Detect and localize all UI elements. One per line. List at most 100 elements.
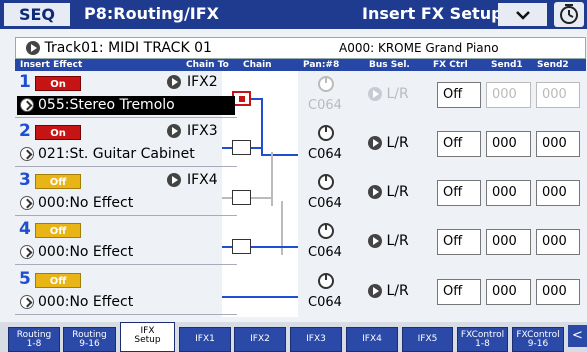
tab-ifx4[interactable]: IFX4 xyxy=(346,327,398,352)
send2-field[interactable]: 000 xyxy=(536,131,580,157)
track-select[interactable]: Track01: MIDI TRACK 01 A000: KROME Grand… xyxy=(15,37,586,59)
chain-to-value: IFX2 xyxy=(187,74,218,90)
page-menu-button[interactable] xyxy=(498,3,547,26)
ifx-slot-cell: 1 On IFX2 055:Stereo Tremolo xyxy=(15,71,237,118)
ifx-row-4: 4 Off 000:No Effect C064 L/R Off 000 000 xyxy=(15,218,586,265)
effect-select[interactable]: 000:No Effect xyxy=(17,243,235,262)
effect-name: 000:No Effect xyxy=(38,244,134,260)
fx-ctrl-field[interactable]: Off xyxy=(437,82,481,108)
ifx-on-off-button[interactable]: Off xyxy=(35,223,81,238)
ifx-slot-cell: 3 Off IFX4 000:No Effect xyxy=(15,169,237,216)
title-bar: SEQ P8:Routing/IFX Insert FX Setup xyxy=(0,0,587,29)
effect-select[interactable]: 000:No Effect xyxy=(17,194,235,213)
effect-select[interactable]: 000:No Effect xyxy=(17,293,235,312)
ifx-row-1: 1 On IFX2 055:Stereo Tremolo C064 L/R Of… xyxy=(15,71,586,118)
chain-to-select[interactable]: IFX3 xyxy=(167,123,218,139)
slot-number: 5 xyxy=(19,269,31,289)
page-tabs: Routing 1-8 Routing 9-16 IFX Setup IFX1 IFX2 IFX… xyxy=(0,322,587,352)
tab-label-line1: IFX4 xyxy=(362,334,382,344)
send1-field[interactable]: 000 xyxy=(486,82,531,108)
fx-ctrl-field[interactable]: Off xyxy=(437,279,481,305)
pan-knob[interactable] xyxy=(318,223,334,239)
send2-field[interactable]: 000 xyxy=(536,82,580,108)
pan-value: C064 xyxy=(308,245,342,260)
tab-routing-9-16[interactable]: Routing 9-16 xyxy=(63,327,116,352)
track-popup-icon[interactable] xyxy=(26,41,40,55)
mode-indicator: SEQ xyxy=(4,3,70,26)
send2-field[interactable]: 000 xyxy=(536,279,580,305)
tab-ifx2[interactable]: IFX2 xyxy=(234,327,286,352)
clock-button[interactable] xyxy=(554,2,584,27)
ifx-on-off-button[interactable]: Off xyxy=(35,273,81,288)
ifx-on-off-button[interactable]: Off xyxy=(35,174,81,189)
tab-ifx3[interactable]: IFX3 xyxy=(290,327,342,352)
tab-label-line1: IFX5 xyxy=(417,334,438,344)
slot-number: 3 xyxy=(19,170,31,190)
bus-value: L/R xyxy=(386,184,409,200)
send2-field[interactable]: 000 xyxy=(536,180,580,206)
chevron-right-icon xyxy=(20,147,34,161)
chain-to-select[interactable]: IFX2 xyxy=(167,74,218,90)
fx-ctrl-field[interactable]: Off xyxy=(437,131,481,157)
send1-field[interactable]: 000 xyxy=(486,229,531,255)
tab-ifx1[interactable]: IFX1 xyxy=(179,327,231,352)
send1-field[interactable]: 000 xyxy=(486,180,531,206)
send1-field[interactable]: 000 xyxy=(486,131,531,157)
header-pan: Pan:#8 xyxy=(303,60,340,70)
tab-scroll-left-button[interactable]: < xyxy=(568,325,587,347)
ifx-on-off-button[interactable]: On xyxy=(35,76,81,91)
popup-arrow-icon xyxy=(167,75,181,89)
header-send2: Send2 xyxy=(537,60,569,70)
header-insert-effect: Insert Effect xyxy=(20,60,83,70)
pan-knob[interactable] xyxy=(318,76,334,92)
effect-name: 000:No Effect xyxy=(38,294,134,310)
tab-label-line1: IFX2 xyxy=(250,334,270,344)
chevron-down-icon xyxy=(515,11,530,20)
bus-select[interactable]: L/R xyxy=(368,135,409,151)
chevron-right-icon xyxy=(20,196,34,210)
effect-select[interactable]: 055:Stereo Tremolo xyxy=(17,96,235,115)
effect-name: 021:St. Guitar Cabinet xyxy=(38,146,195,162)
bus-select[interactable]: L/R xyxy=(368,233,409,249)
tab-ifx5[interactable]: IFX5 xyxy=(402,327,453,352)
column-header: Insert Effect Chain To Chain Pan:#8 Bus … xyxy=(15,59,586,71)
popup-arrow-icon xyxy=(368,185,382,199)
pan-value: C064 xyxy=(308,196,342,211)
fx-ctrl-field[interactable]: Off xyxy=(437,229,481,255)
popup-arrow-icon xyxy=(368,284,382,298)
pan-knob[interactable] xyxy=(318,125,334,141)
ifx-row-2: 2 On IFX3 021:St. Guitar Cabinet C064 L/… xyxy=(15,120,586,167)
ifx-slot-cell: 2 On IFX3 021:St. Guitar Cabinet xyxy=(15,120,237,167)
tab-routing-1-8[interactable]: Routing 1-8 xyxy=(8,327,60,352)
tab-label-line1: IFX1 xyxy=(195,334,215,344)
fx-ctrl-field[interactable]: Off xyxy=(437,180,481,206)
pan-value: C064 xyxy=(308,147,342,162)
pan-knob[interactable] xyxy=(318,174,334,190)
tab-fxcontrol-9-16[interactable]: FXControl 9-16 xyxy=(512,327,564,352)
send2-field[interactable]: 000 xyxy=(536,229,580,255)
bus-value: L/R xyxy=(386,86,409,102)
send1-field[interactable]: 000 xyxy=(486,279,531,305)
page-menu-title: Insert FX Setup xyxy=(362,4,503,23)
tab-label-line1: IFX3 xyxy=(306,334,326,344)
pan-value: C064 xyxy=(308,295,342,310)
tab-label-line2: 9-16 xyxy=(527,339,549,349)
bus-select[interactable]: L/R xyxy=(368,184,409,200)
tab-fxcontrol-1-8[interactable]: FXControl 1-8 xyxy=(457,327,508,352)
bus-value: L/R xyxy=(386,283,409,299)
tab-label-line2: 1-8 xyxy=(26,339,42,349)
pan-knob[interactable] xyxy=(318,273,334,289)
popup-arrow-icon xyxy=(368,136,382,150)
program-name: A000: KROME Grand Piano xyxy=(339,41,499,55)
tab-label-line2: Setup xyxy=(134,335,161,345)
bus-select[interactable]: L/R xyxy=(368,86,409,102)
chain-to-select[interactable]: IFX4 xyxy=(167,172,218,188)
ifx-row-5: 5 Off 000:No Effect C064 L/R Off 000 000 xyxy=(15,268,586,315)
slot-number: 4 xyxy=(19,219,31,239)
tab-ifx-setup[interactable]: IFX Setup xyxy=(120,322,175,352)
ifx-on-off-button[interactable]: On xyxy=(35,125,81,140)
effect-select[interactable]: 021:St. Guitar Cabinet xyxy=(17,145,235,164)
chain-to-value: IFX4 xyxy=(187,172,218,188)
bus-select[interactable]: L/R xyxy=(368,283,409,299)
header-chain-to: Chain To xyxy=(186,60,229,70)
